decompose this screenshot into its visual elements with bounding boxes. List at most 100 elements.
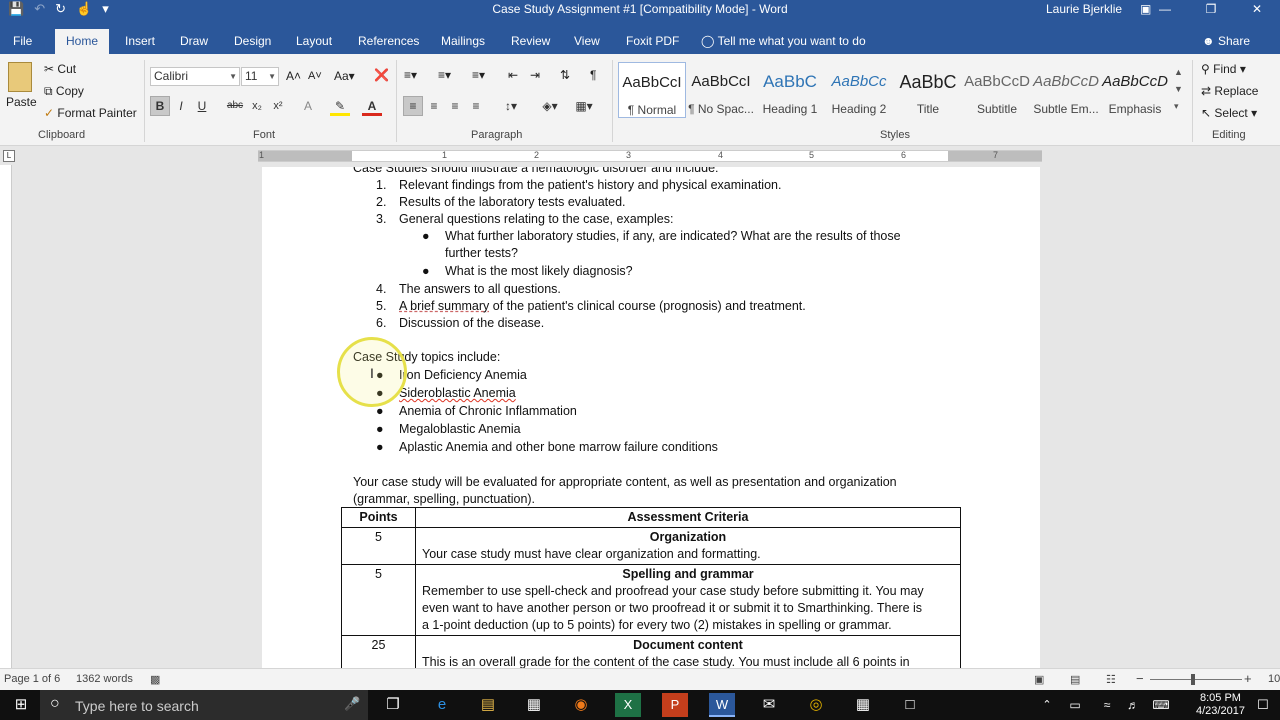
grow-font-icon[interactable]: A˄ [286,69,301,83]
tab-home[interactable]: Home [55,29,110,54]
tab-foxit-pdf[interactable]: Foxit PDF [626,29,679,54]
tell-me-box[interactable]: ◯ Tell me what you want to do [701,29,866,54]
align-right-icon[interactable]: ≡ [445,96,465,116]
paste-button[interactable]: Paste [6,95,37,109]
bullets-icon[interactable]: ≡▾ [404,68,417,82]
tab-design[interactable]: Design [234,29,271,54]
replace-button[interactable]: ⇄ Replace [1201,84,1258,98]
tab-file[interactable]: File [13,29,32,54]
clock[interactable]: 8:05 PM 4/23/2017 [1196,692,1245,718]
style-heading-2[interactable]: AaBbCc Heading 2 [825,62,893,118]
shading-icon[interactable]: ◈▾ [536,96,564,116]
style-no-spacing[interactable]: AaBbCcI ¶ No Spac... [687,62,755,118]
paste-icon[interactable] [8,62,32,92]
select-button[interactable]: ↖ Select ▾ [1201,106,1257,120]
word-icon[interactable]: W [709,693,735,717]
zoom-thumb[interactable] [1191,674,1195,685]
vertical-ruler[interactable] [0,165,12,668]
mail-icon[interactable]: ✉ [756,693,782,717]
print-layout-icon[interactable]: ▤ [1070,673,1080,686]
format-painter-button[interactable]: ✓ Format Painter [44,106,137,120]
font-size-select[interactable]: 11 ▼ [241,67,279,86]
style-subtitle[interactable]: AaBbCcD Subtitle [963,62,1031,118]
styles-scroll-icon[interactable]: ▲ ▼ ▾ [1174,64,1183,115]
justify-icon[interactable]: ≡ [466,96,486,116]
web-layout-icon[interactable]: ☷ [1106,673,1116,686]
windows-start-icon[interactable]: ⊞ [8,693,34,717]
bold-button[interactable]: B [150,96,170,116]
taskbar-search[interactable]: ○ Type here to search 🎤 [40,690,368,720]
tab-draw[interactable]: Draw [180,29,208,54]
horizontal-ruler[interactable]: 1 1 2 3 4 5 6 7 [258,150,1042,162]
user-name[interactable]: Laurie Bjerklie [1046,0,1122,18]
zoom-level[interactable]: 10 [1268,673,1280,685]
task-view-icon[interactable]: ❐ [380,693,406,717]
numbering-icon[interactable]: ≡▾ [438,68,451,82]
tab-insert[interactable]: Insert [125,29,155,54]
increase-indent-icon[interactable]: ⇥ [530,68,540,82]
clear-formatting-icon[interactable]: ❌ [374,68,389,82]
grammar-flag[interactable]: A brief summary [399,299,489,313]
volume-icon[interactable]: ♬ [1120,693,1146,717]
page-count[interactable]: Page 1 of 6 [4,673,60,685]
tab-view[interactable]: View [574,29,600,54]
show-formatting-icon[interactable]: ¶ [590,68,596,82]
tab-review[interactable]: Review [511,29,550,54]
zoom-slider[interactable] [1150,679,1242,680]
zoom-in-icon[interactable]: + [1244,671,1252,686]
proofing-icon[interactable]: ▩ [150,673,160,686]
underline-button[interactable]: U [192,96,212,116]
style-emphasis[interactable]: AaBbCcD Emphasis [1101,62,1169,118]
notifications-icon[interactable]: ☐ [1250,693,1276,717]
style-subtle-emphasis[interactable]: AaBbCcD Subtle Em... [1032,62,1100,118]
highlight-icon[interactable]: ✎ [330,96,350,116]
store-icon[interactable]: ▦ [521,693,547,717]
style-normal[interactable]: AaBbCcI ¶ Normal [618,62,686,118]
tab-layout[interactable]: Layout [296,29,332,54]
chevron-up-icon[interactable]: ⌃ [1034,693,1060,717]
word-count[interactable]: 1362 words [76,673,133,685]
font-name-select[interactable]: Calibri ▼ [150,67,240,86]
subscript-button[interactable]: x₂ [247,96,267,116]
calculator-icon[interactable]: ▦ [850,693,876,717]
style-title[interactable]: AaBbC Title [894,62,962,118]
powerpoint-icon[interactable]: P [662,693,688,717]
tab-references[interactable]: References [358,29,419,54]
zoom-out-icon[interactable]: − [1136,671,1144,686]
cut-button[interactable]: ✂ Cut [44,62,76,76]
superscript-button[interactable]: x² [268,96,288,116]
text-effects-icon[interactable]: A [298,96,318,116]
shrink-font-icon[interactable]: A˅ [308,70,322,82]
align-center-icon[interactable]: ≡ [424,96,444,116]
font-color-icon[interactable]: A [362,96,382,116]
strikethrough-button[interactable]: abc [225,96,245,116]
tab-mailings[interactable]: Mailings [441,29,485,54]
edge-icon[interactable]: e [429,693,455,717]
read-mode-icon[interactable]: ▣ [1034,673,1044,686]
firefox-icon[interactable]: ◉ [568,693,594,717]
copy-button[interactable]: ⧉ Copy [44,84,84,99]
decrease-indent-icon[interactable]: ⇤ [508,68,518,82]
file-explorer-icon[interactable]: ▤ [475,693,501,717]
microphone-icon[interactable]: 🎤 [344,696,360,712]
borders-icon[interactable]: ▦▾ [570,96,598,116]
sort-icon[interactable]: ⇅ [560,68,570,82]
snipping-tool-icon[interactable]: □ [897,693,923,717]
restore-icon[interactable]: ❐ [1188,0,1234,18]
style-heading-1[interactable]: AaBbC Heading 1 [756,62,824,118]
change-case-icon[interactable]: Aa▾ [334,69,355,83]
excel-icon[interactable]: X [615,693,641,717]
keyboard-icon[interactable]: ⌨ [1148,693,1174,717]
multilevel-list-icon[interactable]: ≡▾ [472,68,485,82]
align-left-icon[interactable]: ≡ [403,96,423,116]
line-spacing-icon[interactable]: ↕▾ [497,96,525,116]
wifi-icon[interactable]: ≈ [1094,693,1120,717]
document-page[interactable]: Case Studies should illustrate a hematol… [262,167,1040,668]
find-button[interactable]: ⚲ Find ▾ [1201,62,1246,76]
italic-button[interactable]: I [171,96,191,116]
minimize-icon[interactable]: — [1142,0,1188,18]
close-icon[interactable]: ✕ [1234,0,1280,18]
tab-selector-icon[interactable]: L [3,150,15,162]
battery-icon[interactable]: ▭ [1062,693,1088,717]
share-button[interactable]: ☻ Share [1202,29,1250,54]
